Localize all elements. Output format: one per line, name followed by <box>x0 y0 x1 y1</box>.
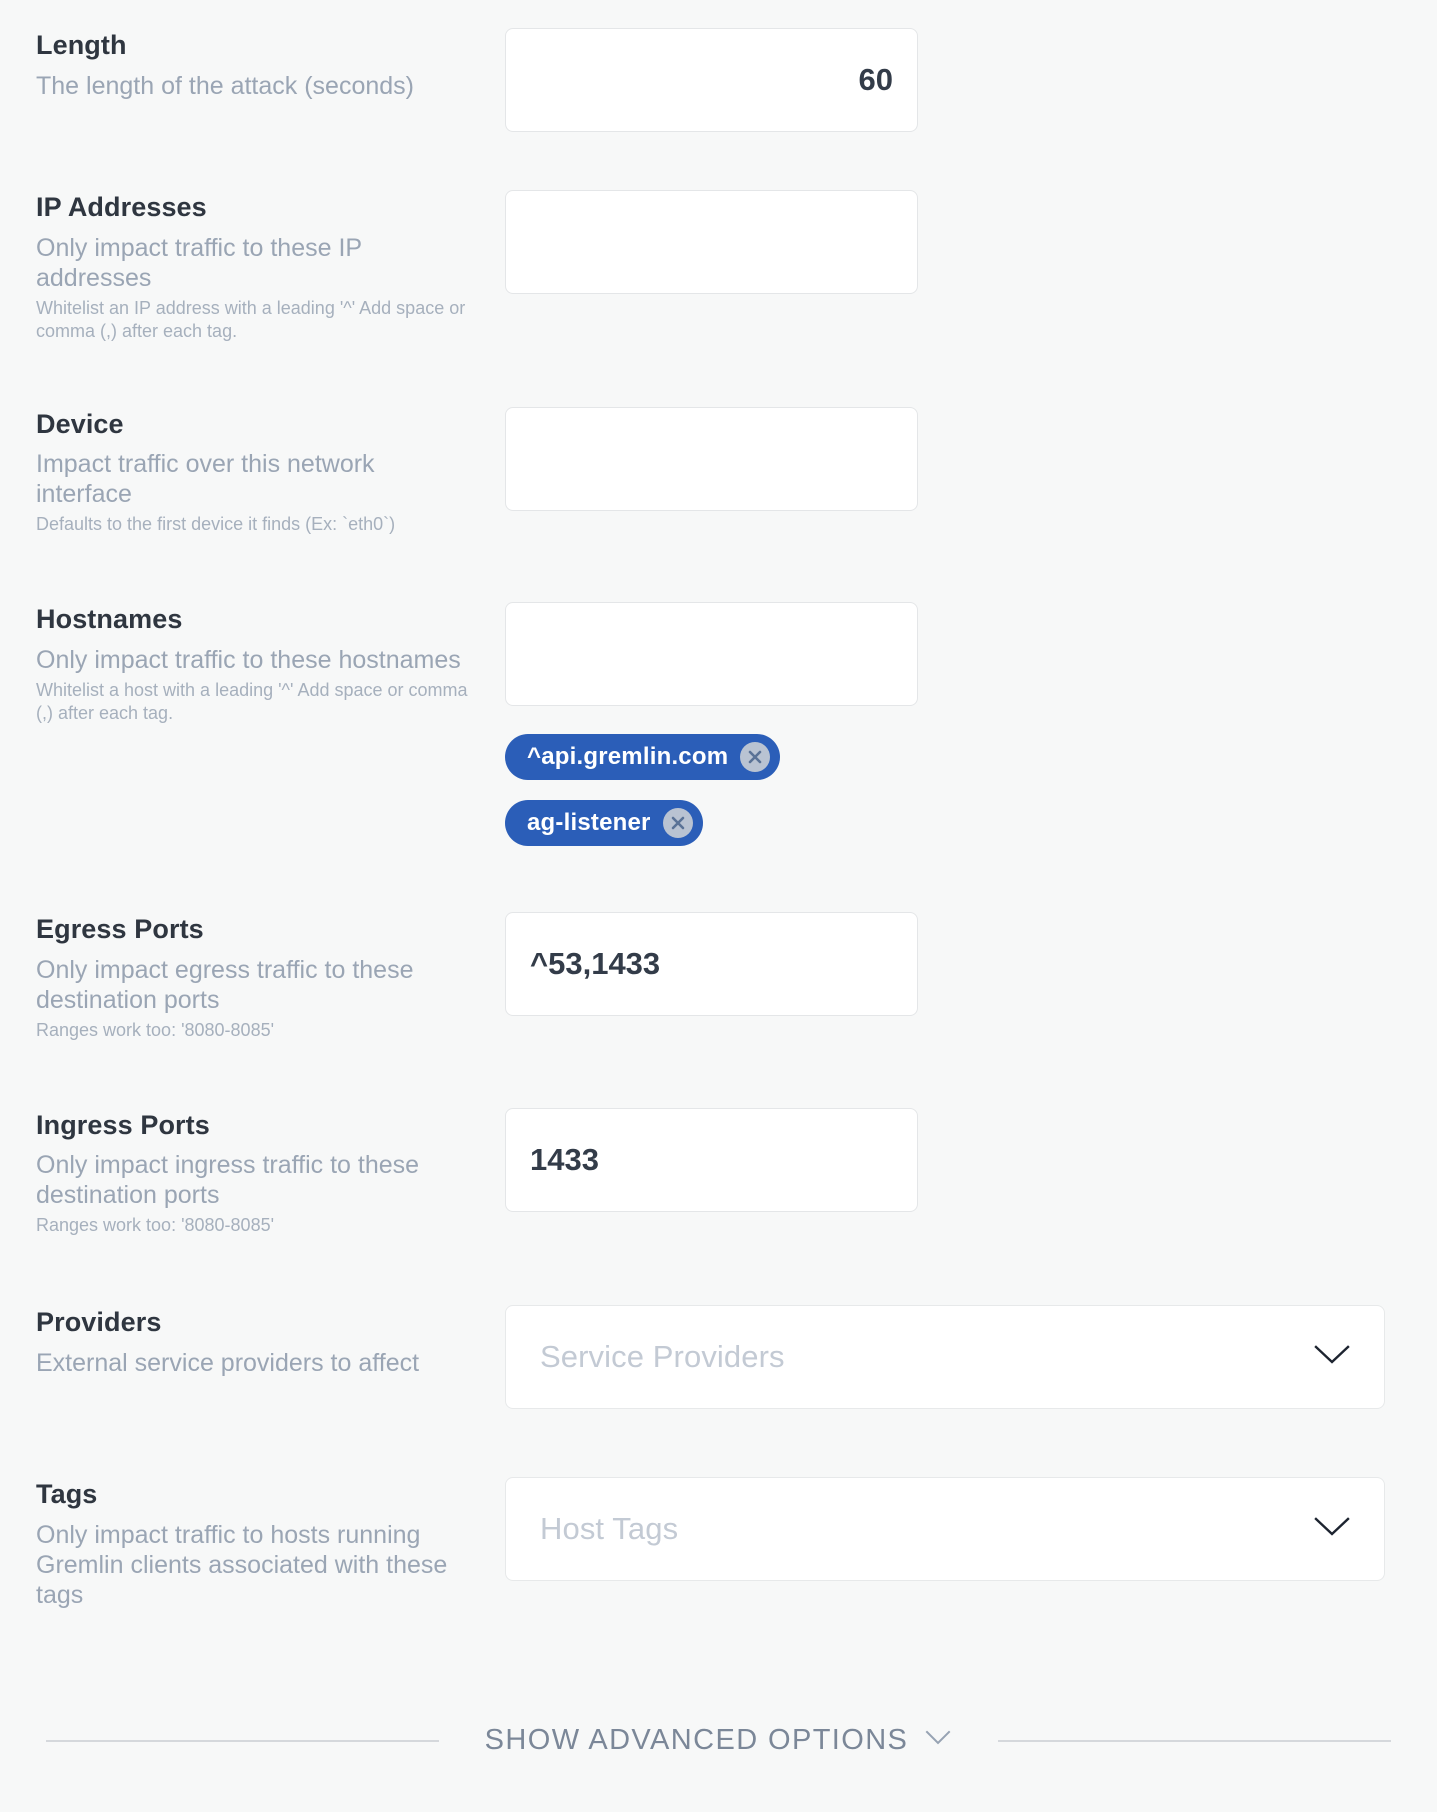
field-title-providers: Providers <box>36 1307 162 1338</box>
field-labels-providers: Providers External service providers to … <box>36 1305 505 1378</box>
service-providers-placeholder: Service Providers <box>540 1339 785 1375</box>
divider-right <box>998 1739 1392 1742</box>
show-advanced-options-label: SHOW ADVANCED OPTIONS <box>484 1724 909 1756</box>
field-description-providers: External service providers to affect <box>36 1348 420 1377</box>
field-control-tags: Host Tags <box>505 1477 1437 1582</box>
host-tags-dropdown[interactable]: Host Tags <box>505 1477 1385 1582</box>
field-title-ip-addresses: IP Addresses <box>36 192 207 222</box>
field-description-ingress-ports: Only impact ingress traffic to these des… <box>36 1151 420 1210</box>
field-control-hostnames: ^api.gremlin.com ag-listener <box>505 602 1437 866</box>
field-title-egress-ports: Egress Ports <box>36 914 204 945</box>
close-icon[interactable] <box>740 742 771 773</box>
field-labels-ip-addresses: IP Addresses Only impact traffic to thes… <box>36 190 505 343</box>
hostnames-input[interactable] <box>505 602 918 707</box>
field-labels-hostnames: Hostnames Only impact traffic to these h… <box>36 602 505 725</box>
field-title-tags: Tags <box>36 1479 98 1510</box>
field-control-ingress-ports: 1433 <box>505 1107 1437 1212</box>
length-input[interactable]: 60 <box>505 28 918 132</box>
field-labels-tags: Tags Only impact traffic to hosts runnin… <box>36 1477 505 1610</box>
tag-row: ag-listener <box>505 800 1437 866</box>
field-title-device: Device <box>36 408 124 439</box>
chevron-down-icon[interactable] <box>1312 1343 1352 1372</box>
form-row-tags: Tags Only impact traffic to hosts runnin… <box>0 1477 1437 1610</box>
field-control-device <box>505 406 1437 511</box>
form-row-providers: Providers External service providers to … <box>0 1305 1437 1410</box>
hostname-tag[interactable]: ^api.gremlin.com <box>505 734 781 781</box>
ip-addresses-input[interactable] <box>505 190 918 294</box>
field-title-length: Length <box>36 30 127 60</box>
field-control-egress-ports: ^53,1433 <box>505 912 1437 1017</box>
host-tags-placeholder: Host Tags <box>540 1511 679 1547</box>
field-labels-ingress-ports: Ingress Ports Only impact ingress traffi… <box>36 1108 505 1238</box>
field-description-device: Impact traffic over this network interfa… <box>36 450 375 509</box>
egress-ports-input[interactable]: ^53,1433 <box>505 912 918 1017</box>
hostname-tag-label: ^api.gremlin.com <box>527 743 729 771</box>
close-icon[interactable] <box>662 808 693 839</box>
field-description-ip-addresses: Only impact traffic to these IP addresse… <box>36 233 362 292</box>
field-hint-device: Defaults to the first device it finds (E… <box>36 514 396 535</box>
device-input[interactable] <box>505 406 918 511</box>
field-description-egress-ports: Only impact egress traffic to these dest… <box>36 955 414 1014</box>
field-description-length: The length of the attack (seconds) <box>36 71 414 100</box>
hostname-tag-label: ag-listener <box>527 809 651 837</box>
field-hint-ip-addresses: Whitelist an IP address with a leading '… <box>36 297 466 341</box>
hostname-tag-list: ^api.gremlin.com ag-listener <box>505 734 1437 866</box>
field-control-length: 60 <box>505 28 1437 132</box>
divider-left <box>45 1739 439 1742</box>
chevron-down-icon[interactable] <box>1312 1515 1352 1544</box>
attack-configuration-form: Length The length of the attack (seconds… <box>0 0 1437 1756</box>
field-labels-length: Length The length of the attack (seconds… <box>36 28 505 101</box>
field-description-tags: Only impact traffic to hosts running Gre… <box>36 1520 448 1609</box>
field-hint-egress-ports: Ranges work too: '8080-8085' <box>36 1019 275 1040</box>
form-row-hostnames: Hostnames Only impact traffic to these h… <box>0 602 1437 866</box>
hostname-tag[interactable]: ag-listener <box>505 800 703 847</box>
field-control-ip-addresses <box>505 190 1437 294</box>
show-advanced-options-button[interactable]: SHOW ADVANCED OPTIONS <box>485 1724 953 1757</box>
field-control-providers: Service Providers <box>505 1305 1437 1410</box>
field-hint-hostnames: Whitelist a host with a leading '^' Add … <box>36 679 468 723</box>
ingress-ports-input[interactable]: 1433 <box>505 1107 918 1212</box>
field-description-hostnames: Only impact traffic to these hostnames <box>36 645 461 674</box>
form-row-device: Device Impact traffic over this network … <box>0 406 1437 537</box>
field-title-hostnames: Hostnames <box>36 604 183 635</box>
field-labels-device: Device Impact traffic over this network … <box>36 407 505 537</box>
form-row-length: Length The length of the attack (seconds… <box>0 28 1437 132</box>
field-labels-egress-ports: Egress Ports Only impact egress traffic … <box>36 912 505 1042</box>
chevron-down-icon[interactable] <box>924 1729 952 1752</box>
service-providers-dropdown[interactable]: Service Providers <box>505 1305 1385 1410</box>
form-row-egress-ports: Egress Ports Only impact egress traffic … <box>0 912 1437 1042</box>
field-hint-ingress-ports: Ranges work too: '8080-8085' <box>36 1215 275 1236</box>
field-title-ingress-ports: Ingress Ports <box>36 1109 210 1140</box>
form-row-ingress-ports: Ingress Ports Only impact ingress traffi… <box>0 1107 1437 1238</box>
advanced-options-footer: SHOW ADVANCED OPTIONS <box>0 1724 1437 1757</box>
tag-row: ^api.gremlin.com <box>505 734 1437 800</box>
form-row-ip-addresses: IP Addresses Only impact traffic to thes… <box>0 190 1437 343</box>
